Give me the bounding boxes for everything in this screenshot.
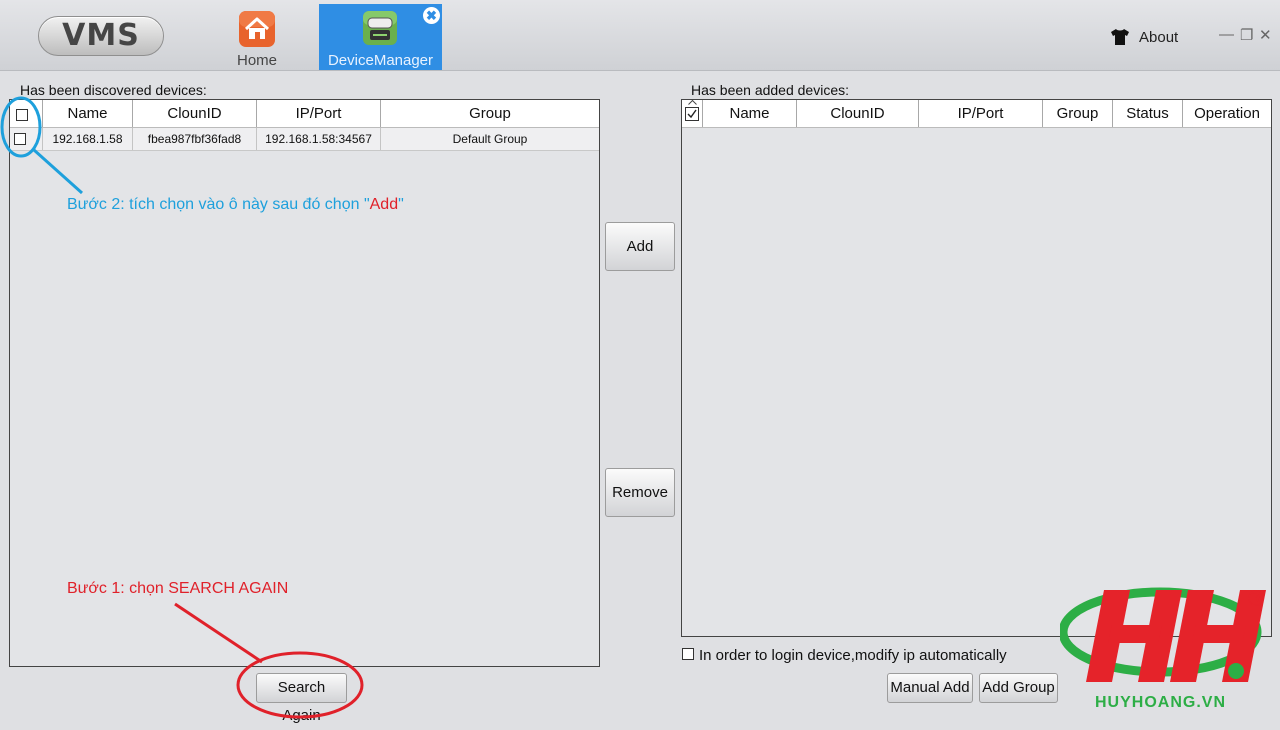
- step2-close-quote: ": [398, 196, 404, 213]
- step2-pointer-line: [32, 148, 84, 195]
- step1-annotation: Bước 1: chọn SEARCH AGAIN: [67, 580, 289, 597]
- step2-text: Bước 2: tích chọn vào ô này sau đó chọn …: [67, 196, 370, 213]
- huyhoang-brand-text: HUYHOANG.VN: [1095, 694, 1227, 711]
- step2-annotation: Bước 2: tích chọn vào ô này sau đó chọn …: [67, 196, 404, 214]
- registered-mark: ®: [1248, 586, 1265, 611]
- step2-highlight-circle: [0, 96, 42, 158]
- step2-add-word: Add: [369, 196, 399, 213]
- step1-pointer-line: [174, 602, 263, 664]
- huyhoang-logo: [1060, 587, 1266, 682]
- step1-highlight-circle: [236, 651, 364, 719]
